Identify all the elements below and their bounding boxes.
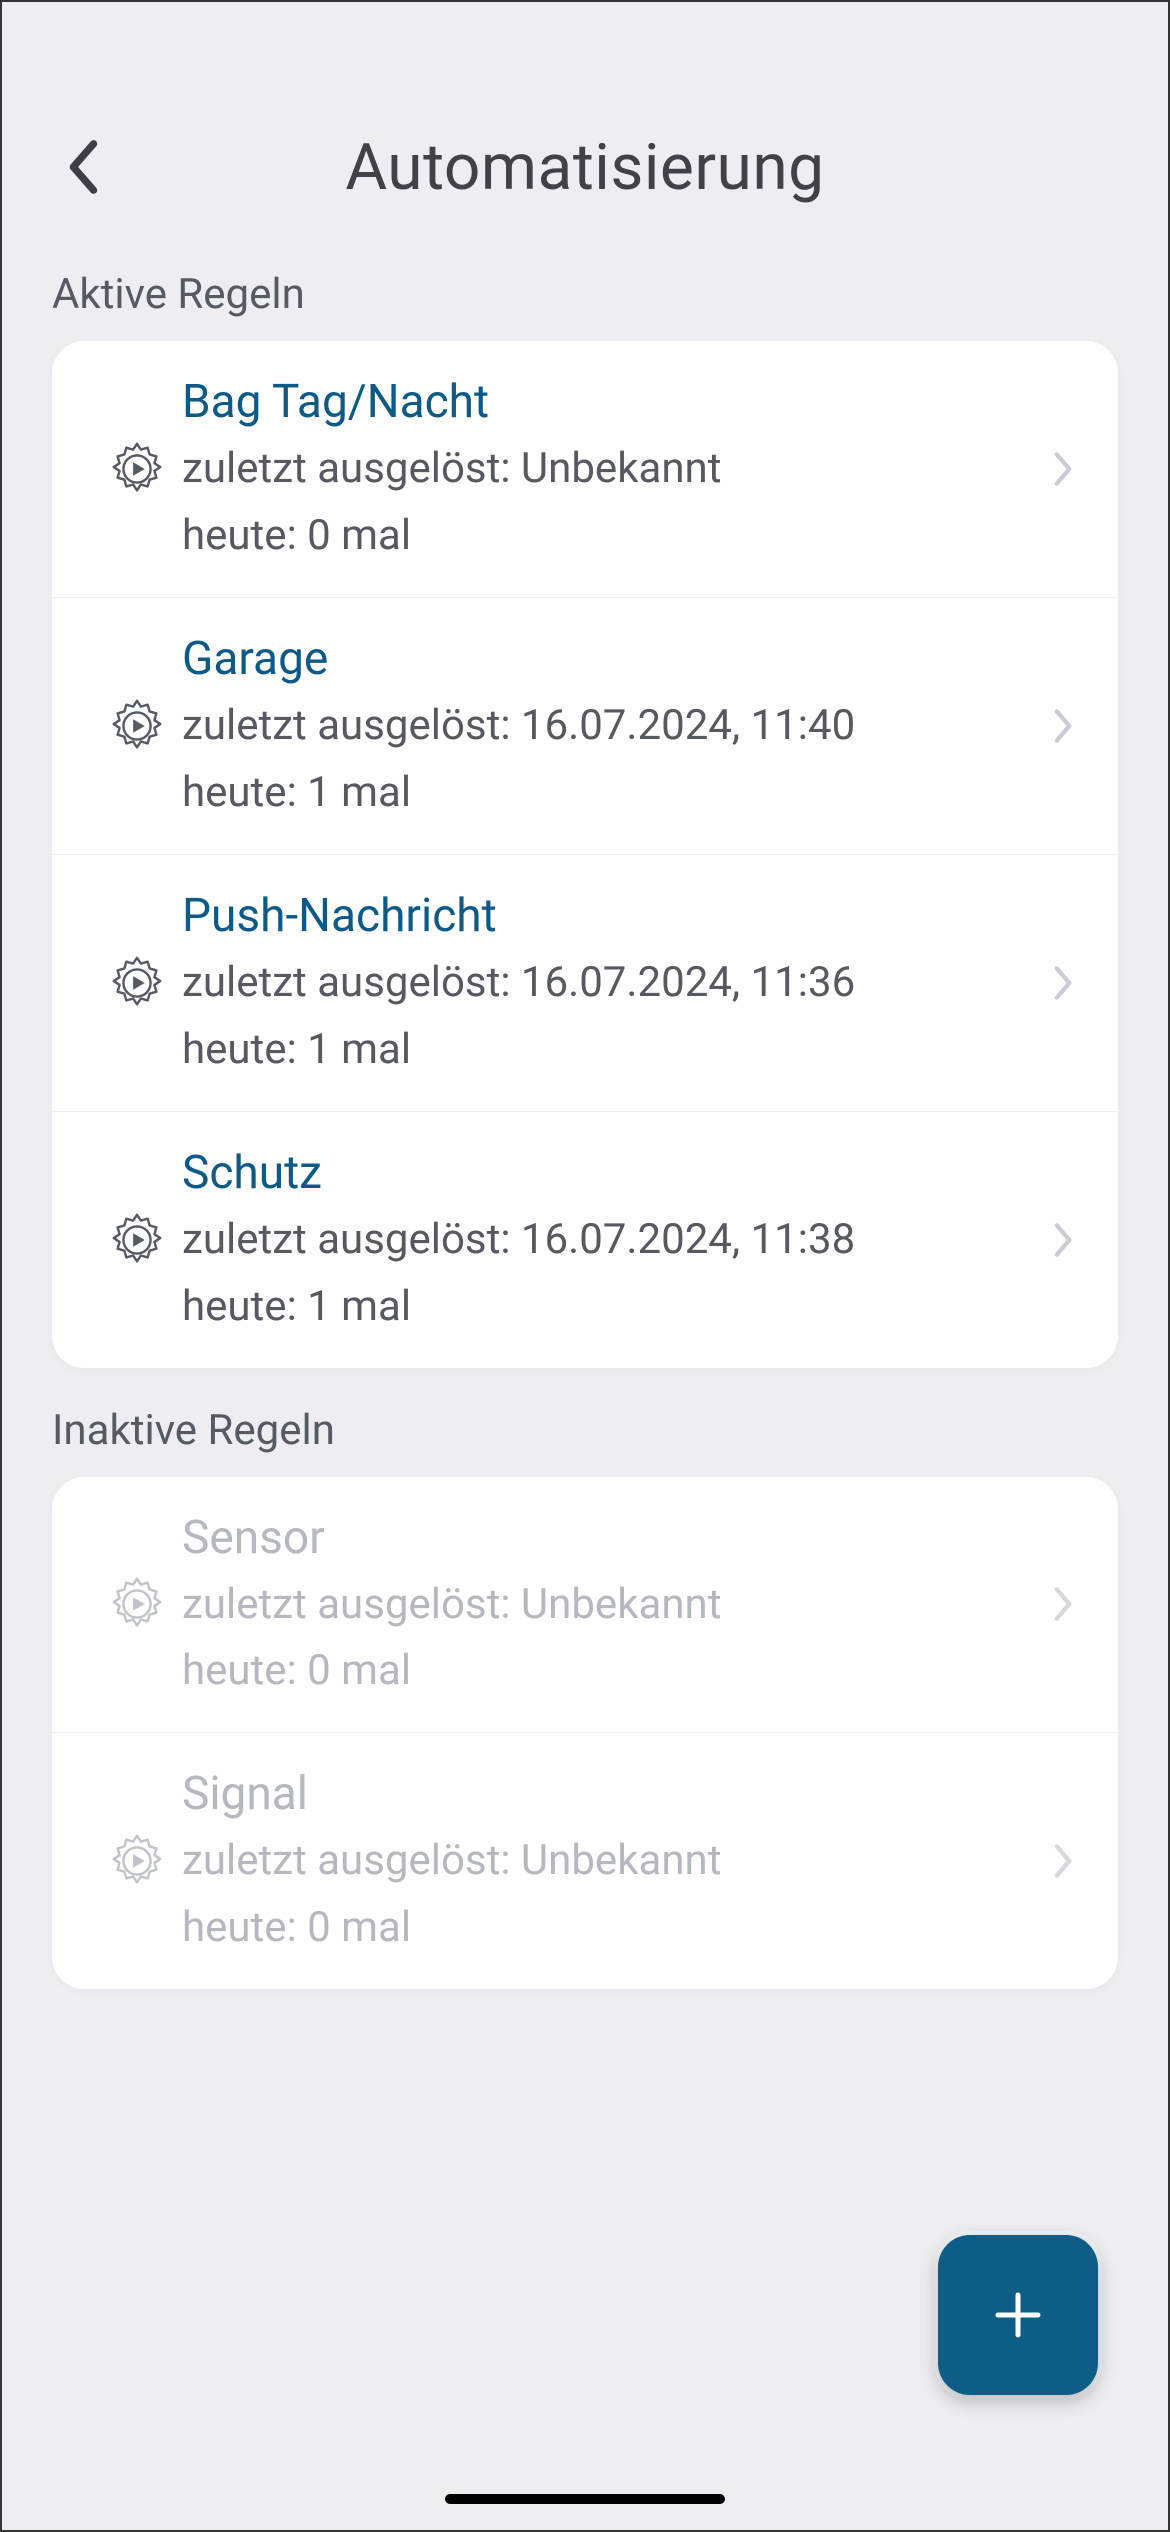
rule-last-triggered: zuletzt ausgelöst: Unbekannt <box>182 439 1038 500</box>
rule-today-count: heute: 1 mal <box>182 763 1038 824</box>
status-bar <box>2 2 1168 102</box>
rule-text: Sensor zuletzt ausgelöst: Unbekannt heut… <box>182 1507 1038 1703</box>
back-button[interactable] <box>52 137 112 197</box>
chevron-right-icon <box>1038 1840 1088 1882</box>
automation-gear-icon <box>92 1209 182 1271</box>
rule-text: Schutz zuletzt ausgelöst: 16.07.2024, 11… <box>182 1142 1038 1338</box>
rule-last-triggered: zuletzt ausgelöst: Unbekannt <box>182 1831 1038 1892</box>
rule-title: Schutz <box>182 1142 1038 1204</box>
chevron-right-icon <box>1038 962 1088 1004</box>
plus-icon <box>986 2283 1050 2347</box>
active-rules-card: Bag Tag/Nacht zuletzt ausgelöst: Unbekan… <box>52 341 1118 1368</box>
add-rule-button[interactable] <box>938 2235 1098 2395</box>
rule-title: Garage <box>182 628 1038 690</box>
rule-today-count: heute: 0 mal <box>182 1898 1038 1959</box>
rule-last-triggered: zuletzt ausgelöst: 16.07.2024, 11:38 <box>182 1210 1038 1271</box>
automation-gear-icon <box>92 1830 182 1892</box>
chevron-left-icon <box>63 138 101 196</box>
rule-title: Signal <box>182 1763 1038 1825</box>
automation-gear-icon <box>92 952 182 1014</box>
rule-title: Push-Nachricht <box>182 885 1038 947</box>
rule-text: Push-Nachricht zuletzt ausgelöst: 16.07.… <box>182 885 1038 1081</box>
rule-row[interactable]: Sensor zuletzt ausgelöst: Unbekannt heut… <box>52 1477 1118 1734</box>
chevron-right-icon <box>1038 1583 1088 1625</box>
inactive-rules-label: Inaktive Regeln <box>2 1368 1168 1477</box>
rule-row[interactable]: Schutz zuletzt ausgelöst: 16.07.2024, 11… <box>52 1112 1118 1368</box>
page-title: Automatisierung <box>2 130 1168 205</box>
rule-text: Garage zuletzt ausgelöst: 16.07.2024, 11… <box>182 628 1038 824</box>
rule-today-count: heute: 0 mal <box>182 506 1038 567</box>
header: Automatisierung <box>2 102 1168 232</box>
active-rules-label: Aktive Regeln <box>2 232 1168 341</box>
rule-text: Bag Tag/Nacht zuletzt ausgelöst: Unbekan… <box>182 371 1038 567</box>
rule-title: Bag Tag/Nacht <box>182 371 1038 433</box>
rule-last-triggered: zuletzt ausgelöst: 16.07.2024, 11:40 <box>182 696 1038 757</box>
rule-row[interactable]: Garage zuletzt ausgelöst: 16.07.2024, 11… <box>52 598 1118 855</box>
rule-today-count: heute: 1 mal <box>182 1277 1038 1338</box>
rule-row[interactable]: Bag Tag/Nacht zuletzt ausgelöst: Unbekan… <box>52 341 1118 598</box>
rule-row[interactable]: Push-Nachricht zuletzt ausgelöst: 16.07.… <box>52 855 1118 1112</box>
home-indicator <box>445 2494 725 2504</box>
rule-last-triggered: zuletzt ausgelöst: 16.07.2024, 11:36 <box>182 953 1038 1014</box>
chevron-right-icon <box>1038 1219 1088 1261</box>
rule-today-count: heute: 1 mal <box>182 1020 1038 1081</box>
rule-today-count: heute: 0 mal <box>182 1641 1038 1702</box>
rule-row[interactable]: Signal zuletzt ausgelöst: Unbekannt heut… <box>52 1733 1118 1989</box>
rule-last-triggered: zuletzt ausgelöst: Unbekannt <box>182 1575 1038 1636</box>
chevron-right-icon <box>1038 705 1088 747</box>
inactive-rules-card: Sensor zuletzt ausgelöst: Unbekannt heut… <box>52 1477 1118 1990</box>
automation-gear-icon <box>92 1573 182 1635</box>
automation-gear-icon <box>92 695 182 757</box>
chevron-right-icon <box>1038 448 1088 490</box>
rule-text: Signal zuletzt ausgelöst: Unbekannt heut… <box>182 1763 1038 1959</box>
automation-gear-icon <box>92 438 182 500</box>
rule-title: Sensor <box>182 1507 1038 1569</box>
